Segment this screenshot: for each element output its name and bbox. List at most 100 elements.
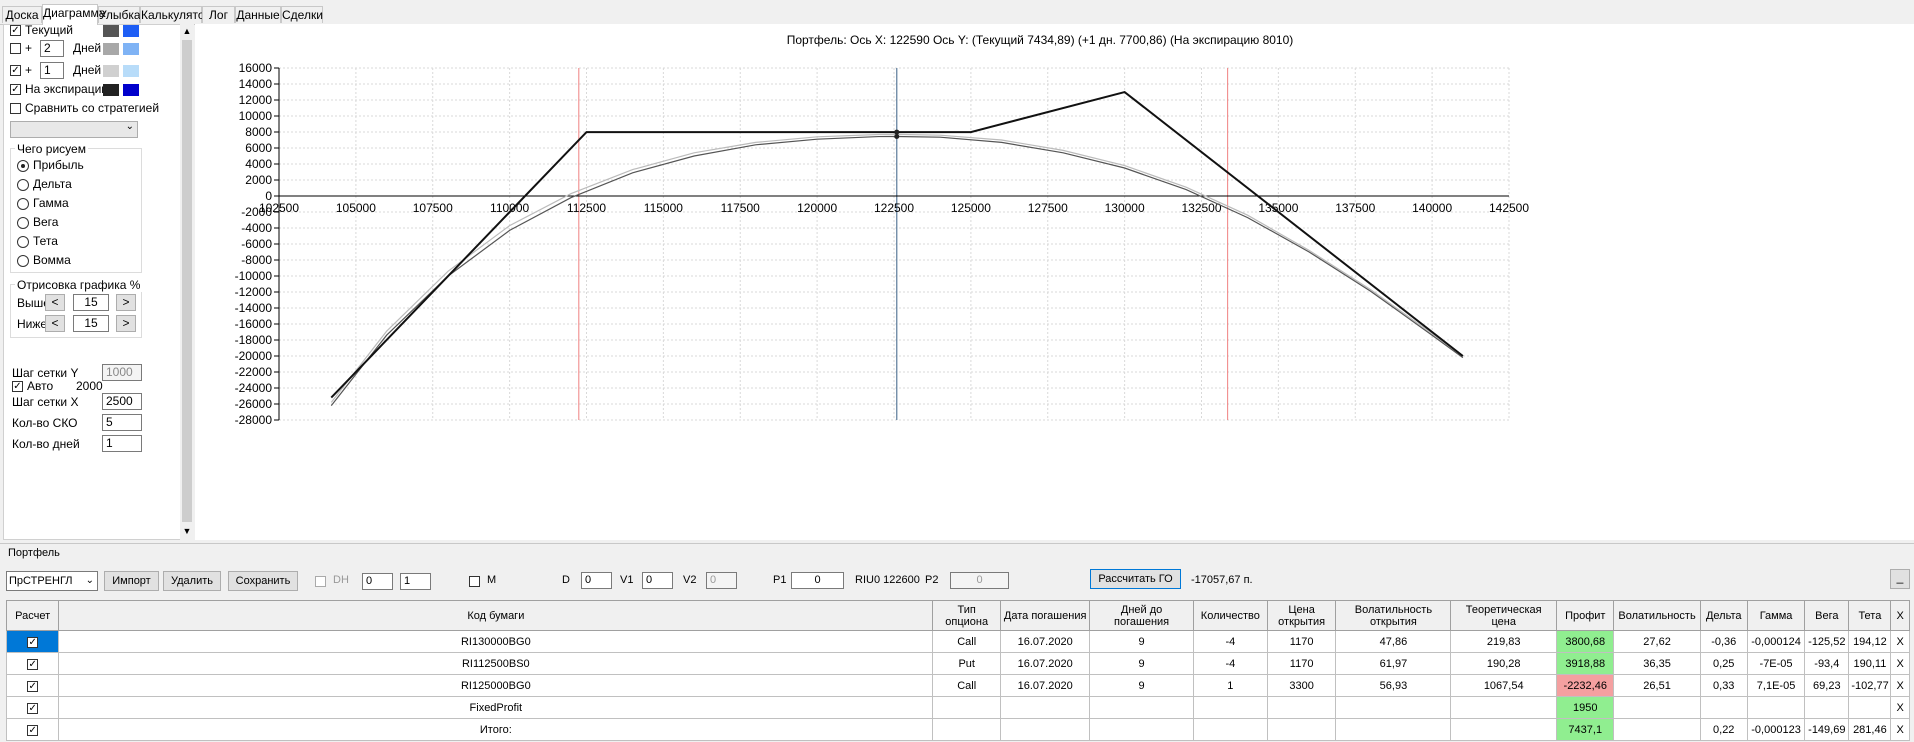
col-header-code[interactable]: Код бумаги <box>58 600 934 631</box>
table-cell[interactable] <box>1000 696 1091 719</box>
table-cell[interactable]: 16.07.2020 <box>1000 652 1091 675</box>
table-cell[interactable]: 9 <box>1089 630 1194 653</box>
above-decrease-button[interactable]: < <box>45 294 65 311</box>
strategy-select[interactable]: ПрСТРЕНГЛ ⌄ <box>6 571 98 591</box>
col-header-expiry-date[interactable]: Дата погашения <box>1000 600 1091 631</box>
radio-theta[interactable] <box>17 236 29 248</box>
table-cell[interactable] <box>1000 718 1091 741</box>
days2-color-swatch-2[interactable] <box>123 43 139 55</box>
table-row[interactable]: ✓ RI112500BS0 Put 16.07.2020 9 -4 1170 61,97 190… <box>5 652 1910 675</box>
row-calc-checkbox[interactable]: ✓ <box>27 724 39 736</box>
table-row[interactable]: ✓ Итого: 7437,1 0,22 -0,000123 -149,69 281,46 X <box>5 718 1910 741</box>
table-cell[interactable]: 9 <box>1089 674 1194 697</box>
table-cell[interactable]: -93,4 <box>1804 652 1850 675</box>
col-header-profit[interactable]: Профит <box>1556 600 1615 631</box>
strategy-compare-dropdown[interactable]: ⌄ <box>10 121 138 138</box>
col-header-type[interactable]: Тип опциона <box>932 600 1002 631</box>
col-header-theta[interactable]: Тета <box>1848 600 1892 631</box>
radio-gamma[interactable] <box>17 198 29 210</box>
table-cell[interactable]: 281,46 <box>1848 718 1892 741</box>
table-cell[interactable]: -102,77 <box>1848 674 1892 697</box>
table-cell[interactable]: 3300 <box>1266 674 1337 697</box>
table-cell[interactable]: 1170 <box>1266 652 1337 675</box>
v2-input[interactable]: 0 <box>706 572 737 589</box>
calc-checkbox-cell[interactable]: ✓ <box>5 674 60 697</box>
row-calc-checkbox[interactable]: ✓ <box>27 636 39 648</box>
table-cell[interactable] <box>1613 696 1701 719</box>
auto-checkbox[interactable]: ✓ <box>12 381 23 392</box>
table-row[interactable]: ✓ RI125000BG0 Call 16.07.2020 9 1 3300 56,93 106… <box>5 674 1910 697</box>
scroll-down-icon[interactable]: ▼ <box>180 524 194 538</box>
calc-checkbox-cell[interactable]: ✓ <box>5 718 60 741</box>
days-count-input[interactable]: 1 <box>102 435 142 452</box>
table-cell[interactable]: 56,93 <box>1335 674 1452 697</box>
days1-color-swatch[interactable] <box>103 65 119 77</box>
sko-input[interactable]: 5 <box>102 414 142 431</box>
table-cell[interactable]: 16.07.2020 <box>1000 674 1091 697</box>
above-input[interactable]: 15 <box>73 294 109 311</box>
row-remove-button[interactable]: X <box>1890 718 1910 741</box>
expiry-checkbox[interactable]: ✓ <box>10 84 21 95</box>
table-cell[interactable] <box>1613 718 1701 741</box>
days1-color-swatch-2[interactable] <box>123 65 139 77</box>
calc-checkbox-cell[interactable]: ✓ <box>5 630 60 653</box>
col-header-open-price[interactable]: Цена открытия <box>1266 600 1337 631</box>
table-cell[interactable]: 0,33 <box>1699 674 1748 697</box>
table-cell[interactable] <box>1089 696 1194 719</box>
payoff-chart[interactable]: Портфель: Ось X: 122590 Ось Y: (Текущий … <box>195 24 1914 540</box>
table-cell[interactable] <box>932 696 1002 719</box>
table-cell[interactable] <box>1192 718 1268 741</box>
col-header-close[interactable]: X <box>1890 600 1910 631</box>
scroll-up-icon[interactable]: ▲ <box>180 24 194 38</box>
col-header-theoretical-price[interactable]: Теоретическая цена <box>1450 600 1558 631</box>
col-header-calc[interactable]: Расчет <box>5 600 60 631</box>
radio-vomma[interactable] <box>17 255 29 267</box>
table-cell[interactable] <box>932 718 1002 741</box>
table-cell[interactable]: -149,69 <box>1804 718 1850 741</box>
radio-vega[interactable] <box>17 217 29 229</box>
table-cell[interactable]: 1170 <box>1266 630 1337 653</box>
m-checkbox[interactable] <box>469 576 480 587</box>
table-cell[interactable]: 1950 <box>1556 696 1615 719</box>
tab-calculator[interactable]: Калькулятор <box>140 6 211 23</box>
table-cell[interactable]: 194,12 <box>1848 630 1892 653</box>
table-cell[interactable]: 36,35 <box>1613 652 1701 675</box>
row-calc-checkbox[interactable]: ✓ <box>27 702 39 714</box>
minimize-button[interactable]: _ <box>1890 569 1910 589</box>
col-header-quantity[interactable]: Количество <box>1192 600 1268 631</box>
row-remove-button[interactable]: X <box>1890 696 1910 719</box>
table-cell[interactable]: 3918,88 <box>1556 652 1615 675</box>
dh-spinner-1[interactable]: 0 <box>362 573 393 590</box>
calc-checkbox-cell[interactable]: ✓ <box>5 652 60 675</box>
settings-scrollbar[interactable]: ▲ ▼ <box>180 24 194 540</box>
table-cell[interactable]: 0,22 <box>1699 718 1748 741</box>
days2-input[interactable]: 2 <box>40 40 64 57</box>
below-decrease-button[interactable]: < <box>45 315 65 332</box>
table-cell[interactable]: Call <box>932 630 1002 653</box>
dh-spinner-2[interactable]: 1 <box>400 573 431 590</box>
current-color-swatch[interactable] <box>103 25 119 37</box>
table-cell[interactable]: 219,83 <box>1450 630 1558 653</box>
tab-data[interactable]: Данные <box>235 6 281 23</box>
d-input[interactable]: 0 <box>581 572 612 589</box>
col-header-vega[interactable]: Вега <box>1804 600 1850 631</box>
panel-separator[interactable] <box>0 543 1914 544</box>
table-cell[interactable]: 9 <box>1089 652 1194 675</box>
scroll-thumb[interactable] <box>182 40 192 522</box>
table-cell[interactable]: 1 <box>1192 674 1268 697</box>
p1-input[interactable]: 0 <box>791 572 844 589</box>
table-cell[interactable]: -0,000124 <box>1746 630 1806 653</box>
table-cell[interactable]: 1067,54 <box>1450 674 1558 697</box>
table-cell[interactable]: Call <box>932 674 1002 697</box>
table-cell[interactable]: -7E-05 <box>1746 652 1806 675</box>
table-cell[interactable] <box>1335 718 1452 741</box>
table-cell[interactable]: -0,000123 <box>1746 718 1806 741</box>
calc-checkbox-cell[interactable]: ✓ <box>5 696 60 719</box>
tab-deals[interactable]: Сделки <box>281 6 323 23</box>
col-header-open-volatility[interactable]: Волатильность открытия <box>1335 600 1452 631</box>
table-row[interactable]: ✓ FixedProfit 1950 X <box>5 696 1910 719</box>
table-cell[interactable]: 27,62 <box>1613 630 1701 653</box>
days2-checkbox[interactable] <box>10 43 21 54</box>
row-calc-checkbox[interactable]: ✓ <box>27 680 39 692</box>
table-cell[interactable]: RI130000BG0 <box>58 630 934 653</box>
